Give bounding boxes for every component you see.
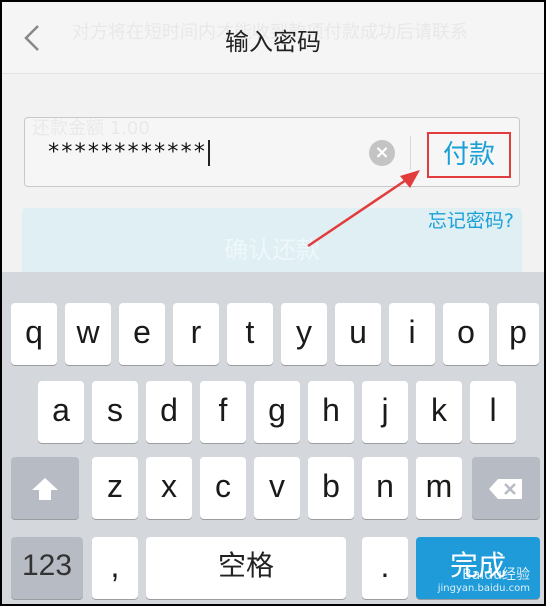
key-v[interactable]: v: [254, 457, 300, 519]
watermark: Baidu经验 jingyan.baidu.com: [438, 568, 530, 596]
key-n[interactable]: n: [362, 457, 408, 519]
key-z[interactable]: z: [92, 457, 138, 519]
key-i[interactable]: i: [389, 303, 435, 365]
space-key[interactable]: 空格: [146, 537, 346, 599]
pay-button[interactable]: 付款: [427, 132, 511, 178]
password-field[interactable]: ************ × 付款: [24, 117, 520, 187]
password-value: ************: [47, 140, 206, 165]
numbers-key[interactable]: 123: [11, 537, 83, 599]
comma-key[interactable]: ,: [92, 537, 138, 599]
key-s[interactable]: s: [92, 381, 138, 443]
key-x[interactable]: x: [146, 457, 192, 519]
key-u[interactable]: u: [335, 303, 381, 365]
key-d[interactable]: d: [146, 381, 192, 443]
key-m[interactable]: m: [416, 457, 462, 519]
key-w[interactable]: w: [65, 303, 111, 365]
key-t[interactable]: t: [227, 303, 273, 365]
key-f[interactable]: f: [200, 381, 246, 443]
key-e[interactable]: e: [119, 303, 165, 365]
backspace-key[interactable]: [472, 457, 540, 519]
backspace-icon: [489, 478, 522, 499]
key-q[interactable]: q: [11, 303, 57, 365]
key-o[interactable]: o: [443, 303, 489, 365]
watermark-line1: Baidu经验: [462, 567, 530, 583]
page-title: 输入密码: [225, 28, 321, 56]
key-h[interactable]: h: [308, 381, 354, 443]
key-a[interactable]: a: [38, 381, 84, 443]
key-g[interactable]: g: [254, 381, 300, 443]
key-c[interactable]: c: [200, 457, 246, 519]
text-caret: [207, 140, 210, 166]
ghost-confirm-label: 确认还款: [224, 236, 320, 264]
key-b[interactable]: b: [308, 457, 354, 519]
key-l[interactable]: l: [470, 381, 516, 443]
annotation-arrow-icon: [307, 170, 420, 248]
header: 对方将在短时间内才能收到款项付款成功后请联系 输入密码: [2, 2, 544, 74]
password-input[interactable]: ************: [47, 140, 210, 166]
shift-icon: [32, 477, 58, 500]
watermark-line2: jingyan.baidu.com: [437, 583, 530, 594]
screen: 对方将在短时间内才能收到款项付款成功后请联系 输入密码 还款金额 1.00 确认…: [2, 2, 544, 604]
key-y[interactable]: y: [281, 303, 327, 365]
key-k[interactable]: k: [416, 381, 462, 443]
forgot-password-link[interactable]: 忘记密码?: [428, 206, 514, 233]
key-p[interactable]: p: [497, 303, 539, 365]
key-j[interactable]: j: [362, 381, 408, 443]
shift-key[interactable]: [11, 457, 79, 519]
period-key[interactable]: .: [362, 537, 408, 599]
key-r[interactable]: r: [173, 303, 219, 365]
soft-keyboard: q w e r t y u i o p a s d f g h j k l z …: [2, 272, 544, 604]
